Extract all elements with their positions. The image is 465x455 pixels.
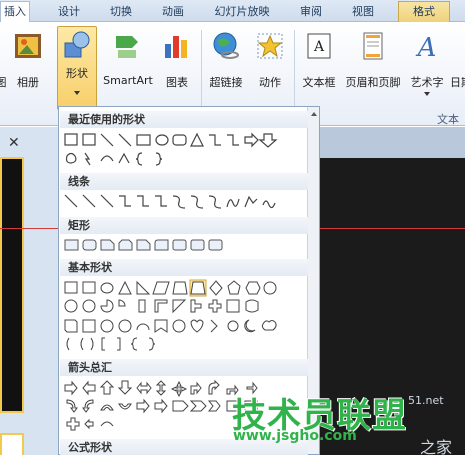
tab-transitions[interactable]: 切换 xyxy=(106,2,136,22)
header-footer-icon xyxy=(363,32,383,60)
scroll-up-icon[interactable] xyxy=(311,112,317,116)
ribbon-tab-bar: 插入 设计 切换 动画 幻灯片放映 审阅 视图 格式 xyxy=(0,0,465,23)
smartart-button[interactable]: SmartArt xyxy=(101,28,155,98)
shapes-label: 形状 xyxy=(66,67,88,80)
action-label: 动作 xyxy=(259,76,281,89)
hyperlink-label: 超链接 xyxy=(209,76,243,89)
tab-slideshow[interactable]: 幻灯片放映 xyxy=(210,2,274,22)
header-footer-label: 页眉和页脚 xyxy=(345,76,401,89)
watermark-partial-url: 51.net xyxy=(408,394,444,407)
tab-animations[interactable]: 动画 xyxy=(158,2,188,22)
tab-review[interactable]: 审阅 xyxy=(296,2,326,22)
slide-thumbnail[interactable] xyxy=(0,157,24,413)
smartart-label: SmartArt xyxy=(103,74,153,87)
group-separator xyxy=(201,30,202,118)
wordart-label: 艺术字 xyxy=(410,76,444,89)
wordart-dropdown-caret xyxy=(424,92,430,96)
recent-shapes-icons xyxy=(64,132,278,166)
shapes-row-rectangles xyxy=(64,237,304,255)
screenshot-button[interactable]: 图 xyxy=(0,28,10,98)
globe-link-icon xyxy=(213,32,239,59)
screenshot-label: 图 xyxy=(0,76,7,89)
slide-thumbnail[interactable] xyxy=(0,433,24,455)
shapes-icon xyxy=(64,31,90,58)
tab-insert[interactable]: 插入 xyxy=(0,1,30,23)
datetime-button[interactable]: 日期 xyxy=(450,28,465,98)
smartart-icon xyxy=(116,36,138,58)
basic-shapes-icons xyxy=(64,279,277,351)
action-button[interactable]: 动作 xyxy=(252,28,288,98)
section-lines: 线条 xyxy=(60,173,308,190)
chart-label: 图表 xyxy=(166,76,188,89)
section-recent: 最近使用的形状 xyxy=(60,111,308,128)
watermark-suffix: 之家 xyxy=(420,438,453,455)
svg-text:A: A xyxy=(313,39,325,55)
close-icon[interactable]: ✕ xyxy=(8,135,20,151)
wordart-icon: A xyxy=(416,33,437,62)
album-label: 相册 xyxy=(17,76,39,89)
svg-text:A: A xyxy=(416,33,437,62)
shapes-row-recent xyxy=(64,131,304,166)
datetime-label: 日期 xyxy=(450,76,465,89)
rectangle-shapes-icons xyxy=(64,239,223,251)
chart-button[interactable]: 图表 xyxy=(160,28,194,98)
header-footer-button[interactable]: 页眉和页脚 xyxy=(343,28,403,98)
group-separator xyxy=(294,30,295,118)
tab-design[interactable]: 设计 xyxy=(54,2,84,22)
tab-view[interactable]: 视图 xyxy=(348,2,378,22)
section-arrows: 箭头总汇 xyxy=(60,359,308,376)
shapes-row-basic xyxy=(64,279,304,351)
chart-icon xyxy=(165,36,187,58)
textbox-button[interactable]: A 文本框 xyxy=(298,28,340,98)
section-rectangles: 矩形 xyxy=(60,217,308,234)
shapes-button[interactable]: 形状 xyxy=(57,26,97,110)
powerpoint-window: 插入 设计 切换 动画 幻灯片放映 审阅 视图 格式 图 相册 形状 Smart… xyxy=(0,0,465,455)
text-group-label: 文本 xyxy=(437,113,459,126)
photo-album-icon xyxy=(15,34,41,58)
section-basic-shapes: 基本形状 xyxy=(60,259,308,276)
shapes-dropdown-caret xyxy=(74,91,80,95)
slides-pane: ✕ xyxy=(0,127,58,455)
tab-format[interactable]: 格式 xyxy=(398,1,450,22)
album-button[interactable]: 相册 xyxy=(10,28,46,98)
wordart-button[interactable]: A 艺术字 xyxy=(406,28,448,98)
textbox-icon: A xyxy=(307,33,331,59)
line-shapes-icons xyxy=(64,194,276,209)
watermark-url: www.jsgho.com xyxy=(233,428,357,444)
shapes-row-lines xyxy=(64,193,304,211)
hyperlink-button[interactable]: 超链接 xyxy=(206,28,246,98)
textbox-label: 文本框 xyxy=(302,76,336,89)
star-action-icon xyxy=(257,33,283,59)
